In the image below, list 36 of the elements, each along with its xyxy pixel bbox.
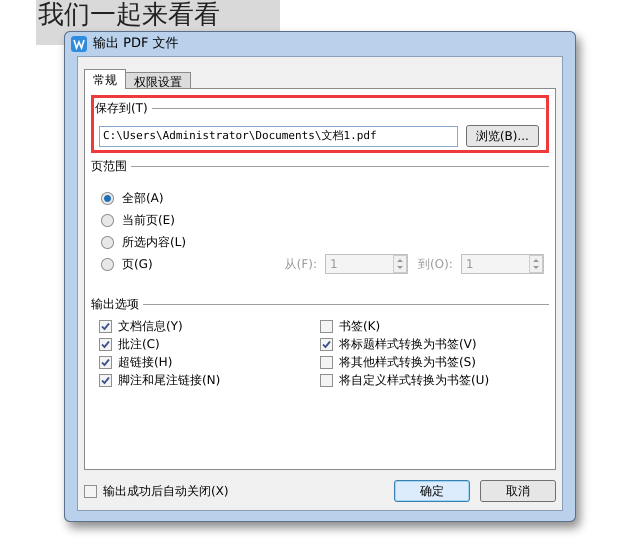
checkbox[interactable]	[320, 374, 333, 386]
checkbox[interactable]	[84, 484, 97, 498]
checkbox-label: 将标题样式转换为书签(V)	[339, 336, 477, 353]
spinner-arrows-icon[interactable]	[392, 255, 407, 273]
to-label: 到(O):	[418, 256, 453, 273]
from-label: 从(F):	[284, 256, 317, 273]
checkbox[interactable]	[320, 338, 333, 350]
tab[interactable]: 常规	[84, 69, 126, 89]
checkbox-label: 将其他样式转换为书签(S)	[339, 354, 476, 371]
group-heading: 输出选项	[91, 296, 139, 313]
checkbox[interactable]	[99, 356, 112, 368]
checkbox-label: 文档信息(Y)	[118, 318, 183, 335]
dialog-button[interactable]: 确定	[394, 480, 470, 502]
group-heading: 保存到(T)	[95, 100, 148, 117]
spinner-arrows-icon[interactable]	[528, 255, 543, 273]
checkbox[interactable]	[320, 320, 333, 332]
save-path-field[interactable]: C:\Users\Administrator\Documents\文档1.pdf	[99, 126, 458, 146]
radio-label: 页(G)	[122, 256, 153, 273]
checkbox-label: 批注(C)	[118, 336, 160, 353]
browse-button[interactable]: 浏览(B)...	[466, 125, 539, 147]
checkbox[interactable]	[99, 374, 112, 386]
checkbox-label: 将自定义样式转换为书签(U)	[339, 372, 490, 389]
checkbox[interactable]	[99, 320, 112, 332]
radio-label: 全部(A)	[122, 190, 164, 207]
checkbox-label: 书签(K)	[339, 318, 380, 335]
radio-label: 所选内容(L)	[122, 234, 186, 251]
checkbox[interactable]	[320, 356, 333, 368]
checkbox-label: 输出成功后自动关闭(X)	[103, 483, 229, 500]
group-heading: 页范围	[91, 158, 127, 175]
checkbox[interactable]	[99, 338, 112, 350]
checkbox-label: 脚注和尾注链接(N)	[118, 372, 220, 389]
dialog-button[interactable]: 取消	[480, 480, 556, 502]
checkbox-label: 超链接(H)	[118, 354, 172, 371]
app-logo-icon	[71, 36, 87, 52]
tab[interactable]: 权限设置	[126, 72, 191, 89]
radio-label: 当前页(E)	[122, 212, 175, 229]
